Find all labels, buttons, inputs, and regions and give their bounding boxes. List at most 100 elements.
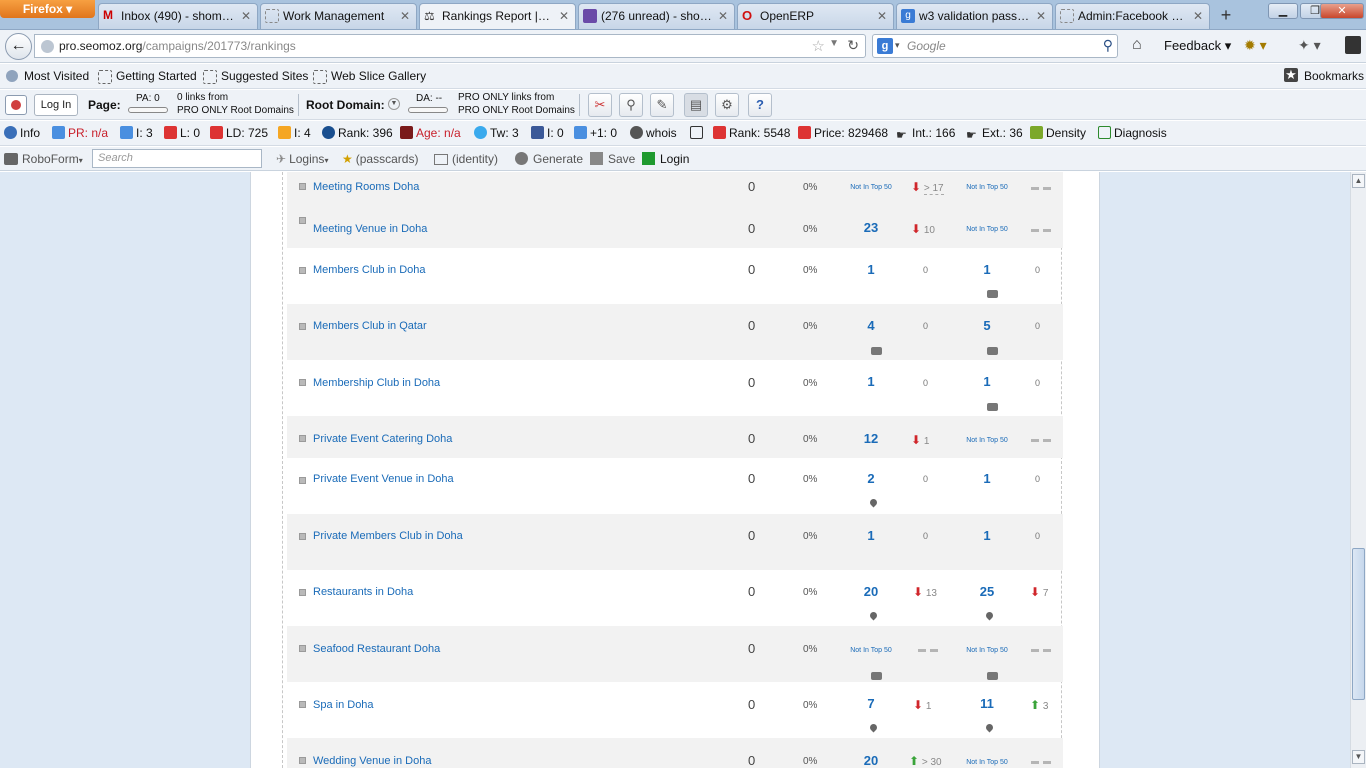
url-bar[interactable]: pro.seomoz.org/campaigns/201773/rankings… <box>34 34 866 58</box>
bing-rank[interactable]: 1 <box>967 528 1007 543</box>
google-rank[interactable]: 7 <box>851 696 891 711</box>
reload-icon[interactable]: ↻ <box>847 37 859 54</box>
close-icon[interactable]: ✕ <box>1036 4 1046 28</box>
map-pin-icon[interactable] <box>868 610 879 621</box>
seo-twitter[interactable]: Tw: 3 <box>474 126 519 140</box>
seo-source[interactable] <box>690 126 706 140</box>
expand-icon[interactable] <box>299 589 306 596</box>
new-tab-button[interactable]: + <box>1212 4 1240 28</box>
close-icon[interactable]: ✕ <box>718 4 728 28</box>
roboform-icon[interactable] <box>1345 36 1361 54</box>
expand-icon[interactable] <box>299 533 306 540</box>
expand-icon[interactable] <box>299 323 306 330</box>
roboform-logins[interactable]: ✈ Logins▾ <box>276 152 328 166</box>
close-icon[interactable]: ✕ <box>1193 4 1203 28</box>
chevron-down-icon[interactable]: ▾ <box>895 40 900 51</box>
bing-rank[interactable]: 1 <box>967 374 1007 389</box>
expand-icon[interactable] <box>299 701 306 708</box>
bookmark-star-icon[interactable]: ☆ <box>812 37 825 55</box>
google-rank[interactable]: 2 <box>851 471 891 486</box>
url-text[interactable]: pro.seomoz.org/campaigns/201773/rankings <box>59 39 296 53</box>
expand-icon[interactable] <box>299 217 306 224</box>
bookmark-most-visited[interactable]: Most Visited <box>6 69 89 83</box>
expand-icon[interactable] <box>299 477 306 484</box>
close-window-button[interactable]: ✕ <box>1320 3 1364 19</box>
minimize-button[interactable]: ▁ <box>1268 3 1298 19</box>
google-rank[interactable]: 1 <box>851 262 891 277</box>
mozbar-logo-icon[interactable] <box>5 95 27 115</box>
feedback-button[interactable]: Feedback ▾ <box>1164 38 1231 54</box>
bookmark-web-slice-gallery[interactable]: Web Slice Gallery <box>313 69 426 84</box>
google-icon[interactable]: g <box>877 38 893 54</box>
expand-icon[interactable] <box>299 379 306 386</box>
vertical-scrollbar[interactable]: ▲ ▼ <box>1350 172 1366 768</box>
seo-google-plus[interactable]: +1: 0 <box>574 126 617 140</box>
camera-icon[interactable] <box>987 672 998 680</box>
chevron-down-icon[interactable]: ▼ <box>388 98 400 110</box>
bug-icon[interactable]: ✦ ▾ <box>1298 37 1321 54</box>
firefox-menu-button[interactable]: Firefox ▾ <box>0 0 95 18</box>
history-dropdown-icon[interactable]: ▼ <box>829 38 839 49</box>
seo-whois[interactable]: whois <box>630 126 677 140</box>
scroll-up-arrow-icon[interactable]: ▲ <box>1352 174 1365 188</box>
seo-facebook[interactable]: I: 0 <box>531 126 564 140</box>
close-icon[interactable]: ✕ <box>241 4 251 28</box>
bookmarks-menu[interactable]: Bookmarks <box>1284 68 1364 83</box>
bookmark-suggested-sites[interactable]: Suggested Sites <box>203 69 308 84</box>
tools-icon[interactable]: ✂ <box>588 93 612 117</box>
google-rank[interactable]: 23 <box>851 220 891 235</box>
tab-openerp[interactable]: O OpenERP ✕ <box>737 3 894 29</box>
seo-semrush-rank[interactable]: Rank: 5548 <box>713 126 790 140</box>
keyword-link[interactable]: Meeting Rooms Doha <box>313 181 419 193</box>
roboform-search-input[interactable]: Search <box>92 149 262 168</box>
seo-info[interactable]: Info <box>4 126 40 140</box>
camera-icon[interactable] <box>987 347 998 355</box>
seo-google-index[interactable]: I: 3 <box>120 126 153 140</box>
back-button[interactable]: ← <box>5 33 32 60</box>
close-icon[interactable]: ✕ <box>877 4 887 28</box>
search-icon[interactable]: ⚲ <box>1103 37 1113 54</box>
tab-w3-validation[interactable]: g w3 validation pass - ... ✕ <box>896 3 1053 29</box>
bing-rank[interactable]: 1 <box>967 262 1007 277</box>
tab-admin-facebook[interactable]: Admin:Facebook C... ✕ <box>1055 3 1210 29</box>
seo-archive-age[interactable]: Age: n/a <box>400 126 461 140</box>
bing-rank[interactable]: 5 <box>967 318 1007 333</box>
expand-icon[interactable] <box>299 267 306 274</box>
expand-icon[interactable] <box>299 645 306 652</box>
highlighter-icon[interactable]: ✎ <box>650 93 674 117</box>
google-rank[interactable]: 1 <box>851 528 891 543</box>
keyword-link[interactable]: Seafood Restaurant Doha <box>313 643 440 655</box>
map-pin-icon[interactable] <box>868 722 879 733</box>
seo-external-links[interactable]: ☛ Ext.: 36 <box>966 126 1023 142</box>
google-rank[interactable]: 12 <box>851 431 891 446</box>
settings-gear-icon[interactable]: ⚙ <box>715 93 739 117</box>
keyword-link[interactable]: Wedding Venue in Doha <box>313 755 431 767</box>
close-icon[interactable]: ✕ <box>559 4 569 28</box>
keyword-link[interactable]: Private Event Catering Doha <box>313 433 452 445</box>
tab-inbox[interactable]: M Inbox (490) - shome... ✕ <box>98 3 258 29</box>
map-pin-icon[interactable] <box>984 722 995 733</box>
keyword-link[interactable]: Private Event Venue in Doha <box>313 473 454 485</box>
google-rank[interactable]: 20 <box>851 753 891 768</box>
keyword-link[interactable]: Private Members Club in Doha <box>313 530 463 542</box>
tab-work-management[interactable]: Work Management ✕ <box>260 3 417 29</box>
seo-alexa-rank[interactable]: Rank: 396 <box>322 126 393 140</box>
map-pin-icon[interactable] <box>984 610 995 621</box>
seo-yahoo-links[interactable]: L: 0 <box>164 126 200 140</box>
keyword-link[interactable]: Spa in Doha <box>313 699 374 711</box>
keyword-link[interactable]: Membership Club in Doha <box>313 377 440 389</box>
roboform-generate[interactable]: Generate <box>515 152 583 166</box>
keyword-link[interactable]: Meeting Venue in Doha <box>313 223 427 235</box>
magnifier-icon[interactable]: ⚲ <box>619 93 643 117</box>
expand-icon[interactable] <box>299 435 306 442</box>
map-pin-icon[interactable] <box>868 497 879 508</box>
tab-rankings-report[interactable]: ⚖ Rankings Report | th... ✕ <box>419 3 576 29</box>
seo-density[interactable]: Density <box>1030 126 1086 140</box>
country-flag-icon[interactable]: ▤ <box>684 93 708 117</box>
expand-icon[interactable] <box>299 757 306 764</box>
expand-icon[interactable] <box>299 183 306 190</box>
home-icon[interactable]: ⌂ <box>1132 36 1142 54</box>
scroll-down-arrow-icon[interactable]: ▼ <box>1352 750 1365 764</box>
help-icon[interactable]: ? <box>748 93 772 117</box>
google-rank[interactable]: 20 <box>851 584 891 599</box>
